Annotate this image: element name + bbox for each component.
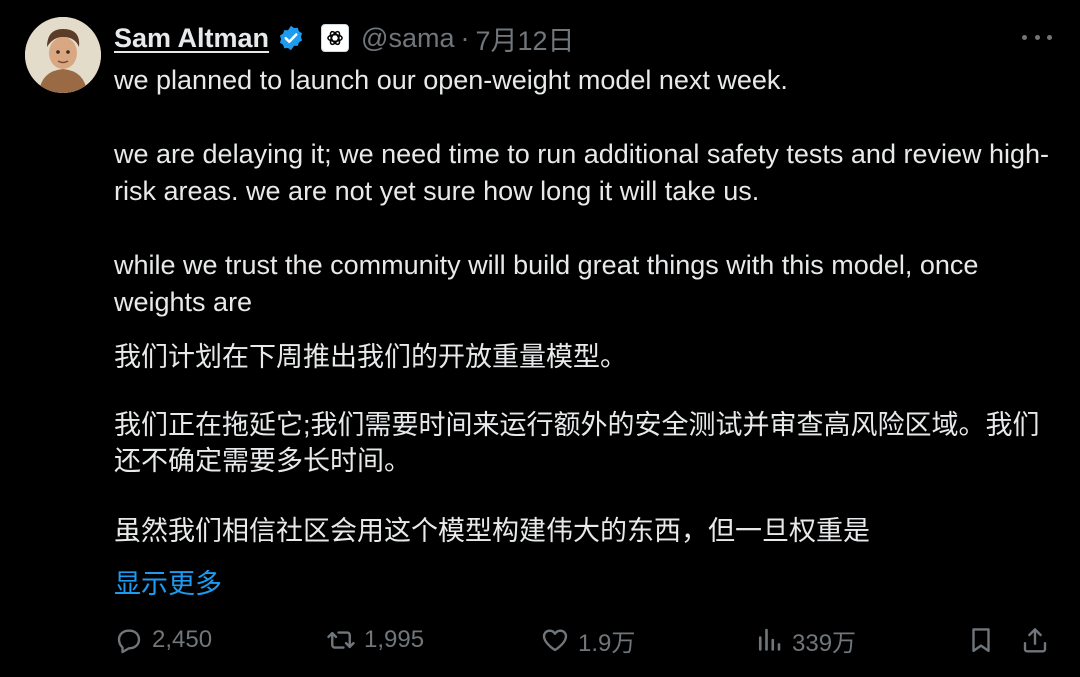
tweet-text: we planned to launch our open-weight mod… xyxy=(114,62,1054,549)
tweet-paragraph-2: we are delaying it; we need time to run … xyxy=(114,139,1050,206)
repost-icon xyxy=(327,631,355,649)
author-handle[interactable]: @sama xyxy=(361,23,454,54)
translation-paragraph-3: 虽然我们相信社区会用这个模型构建伟大的东西，但一旦权重是 xyxy=(114,516,870,546)
action-bar: 2,450 1,995 1.9万 339万 xyxy=(114,620,1054,660)
tweet: Sam Altman @sama · 7月12日 we planned to l… xyxy=(0,0,1080,677)
more-options-icon[interactable] xyxy=(1022,24,1052,50)
repost-button[interactable]: 1,995 xyxy=(326,620,424,660)
avatar-image xyxy=(25,17,101,93)
bookmark-button[interactable] xyxy=(966,620,996,660)
view-count: 339万 xyxy=(792,629,857,657)
like-button[interactable]: 1.9万 xyxy=(540,620,635,660)
tweet-header: Sam Altman @sama · 7月12日 xyxy=(114,18,575,58)
translation-paragraph-1: 我们计划在下周推出我们的开放重量模型。 xyxy=(114,342,627,372)
more-dot xyxy=(1034,34,1040,40)
header-separator: · xyxy=(460,22,470,53)
openai-logo-icon[interactable] xyxy=(321,24,350,52)
avatar[interactable] xyxy=(25,17,101,93)
more-dot xyxy=(1047,34,1052,40)
reply-count: 2,450 xyxy=(152,626,213,653)
verified-badge-icon[interactable] xyxy=(277,24,305,52)
tweet-paragraph-1: we planned to launch our open-weight mod… xyxy=(114,65,788,95)
bookmark-icon xyxy=(972,628,990,653)
heart-icon xyxy=(542,629,568,652)
translation-paragraph-2: 我们正在拖延它;我们需要时间来运行额外的安全测试并审查高风险区域。我们还不确定需… xyxy=(114,410,1040,476)
tweet-date[interactable]: 7月12日 xyxy=(475,19,574,58)
show-more-link[interactable]: 显示更多 xyxy=(114,562,222,601)
tweet-paragraph-3: while we trust the community will build … xyxy=(114,250,986,317)
reply-button[interactable]: 2,450 xyxy=(114,620,212,660)
views-chart-icon xyxy=(758,628,781,651)
more-dot xyxy=(1022,34,1027,40)
share-button[interactable] xyxy=(1020,620,1050,660)
repost-count: 1,995 xyxy=(364,626,425,653)
reply-icon xyxy=(117,629,141,654)
author-name[interactable]: Sam Altman xyxy=(114,23,269,54)
share-icon xyxy=(1023,628,1047,653)
like-count: 1.9万 xyxy=(578,629,636,657)
views-button[interactable]: 339万 xyxy=(754,620,856,660)
